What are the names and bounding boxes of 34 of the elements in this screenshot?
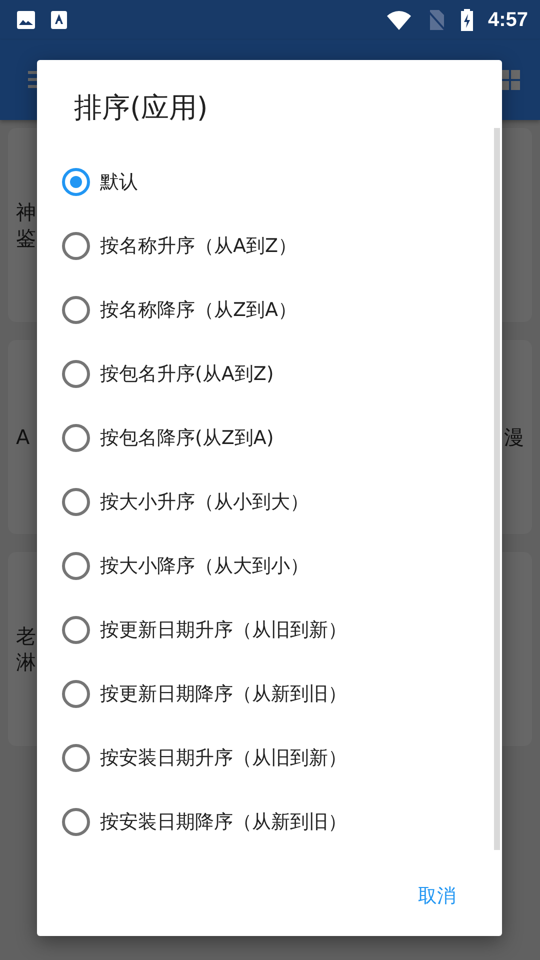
option-label[interactable]: 按包名升序(从A到Z) xyxy=(100,361,274,387)
option-label[interactable]: 按更新日期降序（从新到旧） xyxy=(100,681,347,707)
app-name: 漫 xyxy=(504,424,524,450)
option-label[interactable]: 默认 xyxy=(100,169,138,195)
app-name: 神 xyxy=(16,199,36,225)
wifi-icon xyxy=(386,10,412,30)
battery-icon xyxy=(460,9,474,31)
radio-button[interactable] xyxy=(62,616,90,644)
radio-button[interactable] xyxy=(62,680,90,708)
app-name: A xyxy=(16,424,30,450)
option-label[interactable]: 按更新日期升序（从旧到新） xyxy=(100,617,347,643)
option-label[interactable]: 按安装日期升序（从旧到新） xyxy=(100,745,347,771)
radio-button[interactable] xyxy=(62,168,90,196)
option-label[interactable]: 按大小降序（从大到小） xyxy=(100,553,309,579)
option-label[interactable]: 按包名降序(从Z到A) xyxy=(100,425,274,451)
radio-button[interactable] xyxy=(62,808,90,836)
radio-button[interactable] xyxy=(62,232,90,260)
radio-button[interactable] xyxy=(62,424,90,452)
radio-button[interactable] xyxy=(62,360,90,388)
option-label[interactable]: 按名称升序（从A到Z） xyxy=(100,233,298,259)
option-label[interactable]: 按名称降序（从Z到A） xyxy=(100,297,298,323)
radio-button[interactable] xyxy=(62,488,90,516)
dialog-title: 排序(应用) xyxy=(74,90,208,126)
radio-button[interactable] xyxy=(62,744,90,772)
app-name: 淋 xyxy=(16,649,36,675)
radio-button[interactable] xyxy=(62,296,90,324)
clock-time: 4:57 xyxy=(488,8,528,32)
image-icon xyxy=(16,10,36,30)
font-icon xyxy=(50,10,68,30)
app-name: 鉴 xyxy=(16,225,36,251)
radio-button[interactable] xyxy=(62,552,90,580)
option-label[interactable]: 按大小升序（从小到大） xyxy=(100,489,309,515)
option-label[interactable]: 按安装日期降序（从新到旧） xyxy=(100,809,347,835)
app-name: 老 xyxy=(16,623,36,649)
